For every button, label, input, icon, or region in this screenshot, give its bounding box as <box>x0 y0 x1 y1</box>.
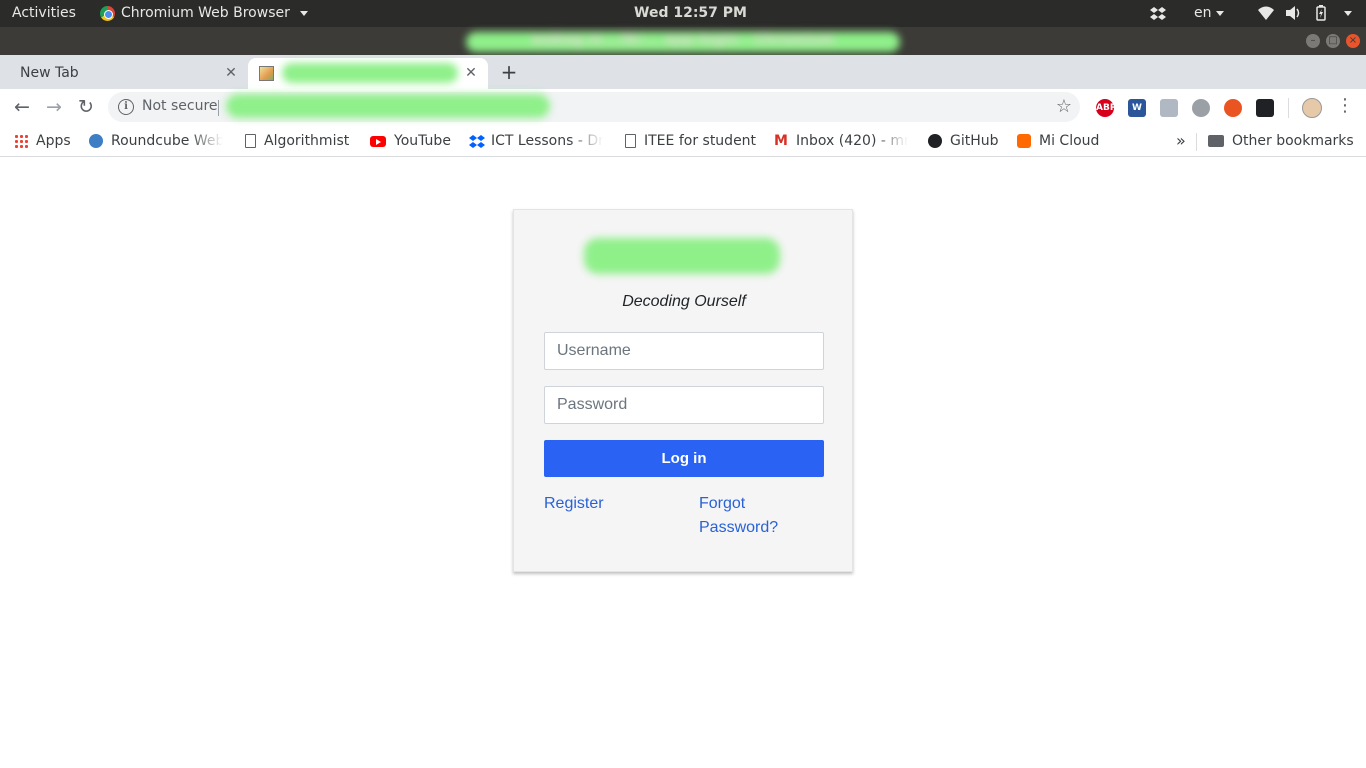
bookmark-inbox[interactable]: M Inbox (420) - mra <box>774 130 908 152</box>
browser-toolbar: ← → ↻ i Not secure ☆ ABP W ⋮ <box>0 89 1366 126</box>
info-icon[interactable]: i <box>118 99 134 115</box>
tagline: Decoding Ourself <box>622 293 746 310</box>
other-bookmarks-folder[interactable]: Other bookmarks <box>1208 130 1354 152</box>
forgot-line-2: Password? <box>699 519 779 536</box>
tab-strip: New Tab ✕ ✕ + <box>0 55 1366 89</box>
bookmark-label: ICT Lessons - Dro <box>491 133 603 149</box>
folder-icon <box>1208 135 1224 147</box>
close-window-button[interactable]: × <box>1346 34 1360 48</box>
language-label: en <box>1194 5 1212 21</box>
document-icon <box>625 134 636 148</box>
maximize-button[interactable]: □ <box>1326 34 1340 48</box>
bookmark-label: Apps <box>36 133 71 149</box>
tab-login-page[interactable]: ✕ <box>248 58 488 89</box>
back-button[interactable]: ← <box>10 95 34 119</box>
adblock-plus-icon[interactable]: ABP <box>1096 99 1116 117</box>
address-bar[interactable]: i Not secure ☆ <box>108 92 1080 122</box>
dropbox-tray-icon[interactable] <box>1150 6 1166 22</box>
github-icon <box>928 134 942 148</box>
bookmark-label: Roundcube Web <box>111 133 223 149</box>
bookmark-algorithmist[interactable]: Algorithmist <box>245 130 349 152</box>
forgot-line-1: Forgot <box>699 495 746 512</box>
bookmark-ict-lessons[interactable]: ICT Lessons - Dro <box>469 130 603 152</box>
bookmarks-overflow-button[interactable]: » <box>1176 130 1186 152</box>
app-menu[interactable]: Chromium Web Browser <box>100 0 308 27</box>
omnibox-divider <box>218 100 219 116</box>
mi-icon <box>1017 134 1031 148</box>
system-top-bar: Activities Chromium Web Browser Wed 12:5… <box>0 0 1366 27</box>
bookmark-label: Mi Cloud <box>1039 133 1100 149</box>
forward-button[interactable]: → <box>42 95 66 119</box>
bookmark-label: Algorithmist <box>264 133 350 149</box>
tab-label: New Tab <box>20 65 79 81</box>
minimize-button[interactable]: – <box>1306 34 1320 48</box>
bookmark-roundcube[interactable]: Roundcube Web <box>89 130 223 152</box>
close-icon[interactable]: ✕ <box>222 64 240 82</box>
bookmark-label: Inbox (420) - mra <box>796 133 908 149</box>
bookmark-youtube[interactable]: YouTube <box>370 130 451 152</box>
chevron-down-icon <box>299 11 308 16</box>
login-button[interactable]: Log in <box>544 440 824 477</box>
register-link[interactable]: Register <box>544 492 604 516</box>
ubuntu-icon[interactable] <box>1224 99 1242 117</box>
document-icon <box>245 134 256 148</box>
wifi-icon[interactable] <box>1258 6 1274 24</box>
profile-avatar[interactable] <box>1302 98 1322 118</box>
toolbar-divider <box>1288 98 1289 118</box>
app-menu-label: Chromium Web Browser <box>121 5 290 21</box>
bookmark-itee[interactable]: ITEE for student <box>625 130 756 152</box>
reload-button[interactable]: ↻ <box>74 95 98 119</box>
username-field[interactable] <box>544 332 824 370</box>
roundcube-icon <box>89 134 103 148</box>
window-title-bar: wabag.m.../lk/... app-login - Chromium –… <box>0 27 1366 55</box>
cloud-icon[interactable] <box>1192 99 1210 117</box>
glasses-icon[interactable] <box>1256 99 1274 117</box>
bookmark-mi-cloud[interactable]: Mi Cloud <box>1017 130 1099 152</box>
language-selector[interactable]: en <box>1194 0 1224 27</box>
password-field[interactable] <box>544 386 824 424</box>
youtube-icon <box>370 135 386 147</box>
bookmark-star-icon[interactable]: ☆ <box>1056 96 1072 117</box>
bookmarks-bar: Apps Roundcube Web Algorithmist YouTube … <box>0 126 1366 157</box>
close-icon[interactable]: ✕ <box>462 64 480 82</box>
clock[interactable]: Wed 12:57 PM <box>634 0 747 27</box>
tab-new-tab[interactable]: New Tab ✕ <box>0 58 246 89</box>
security-label[interactable]: Not secure <box>142 98 218 114</box>
site-logo <box>584 238 780 274</box>
activities-button[interactable]: Activities <box>12 0 76 27</box>
battery-icon[interactable] <box>1316 5 1326 25</box>
dropbox-icon <box>469 134 485 148</box>
bookmark-github[interactable]: GitHub <box>928 130 999 152</box>
window-title: wabag.m.../lk/... app-login - Chromium <box>466 32 900 52</box>
tab-label-redacted <box>282 63 458 83</box>
forgot-password-link[interactable]: Forgot Password? <box>699 492 778 540</box>
bookmark-apps[interactable]: Apps <box>14 130 71 152</box>
dropbox-icon[interactable] <box>1160 99 1178 117</box>
apps-grid-icon <box>14 134 28 148</box>
chevron-down-icon <box>1215 10 1224 16</box>
bookmark-label: Other bookmarks <box>1232 133 1354 149</box>
bookmark-label: GitHub <box>950 133 999 149</box>
system-menu-chevron-icon[interactable] <box>1344 11 1352 16</box>
chromium-icon <box>100 6 115 21</box>
bookmark-label: ITEE for student <box>644 133 757 149</box>
gmail-icon: M <box>774 133 788 149</box>
url-text[interactable] <box>226 94 550 118</box>
login-card: Decoding Ourself Log in Register Forgot … <box>513 209 853 572</box>
volume-icon[interactable] <box>1286 6 1302 24</box>
word-icon[interactable]: W <box>1128 99 1146 117</box>
bookmarks-divider <box>1196 133 1197 151</box>
bookmark-label: YouTube <box>394 133 451 149</box>
more-vert-icon[interactable]: ⋮ <box>1336 96 1354 118</box>
page-favicon-icon <box>259 66 274 81</box>
new-tab-button[interactable]: + <box>498 61 520 83</box>
